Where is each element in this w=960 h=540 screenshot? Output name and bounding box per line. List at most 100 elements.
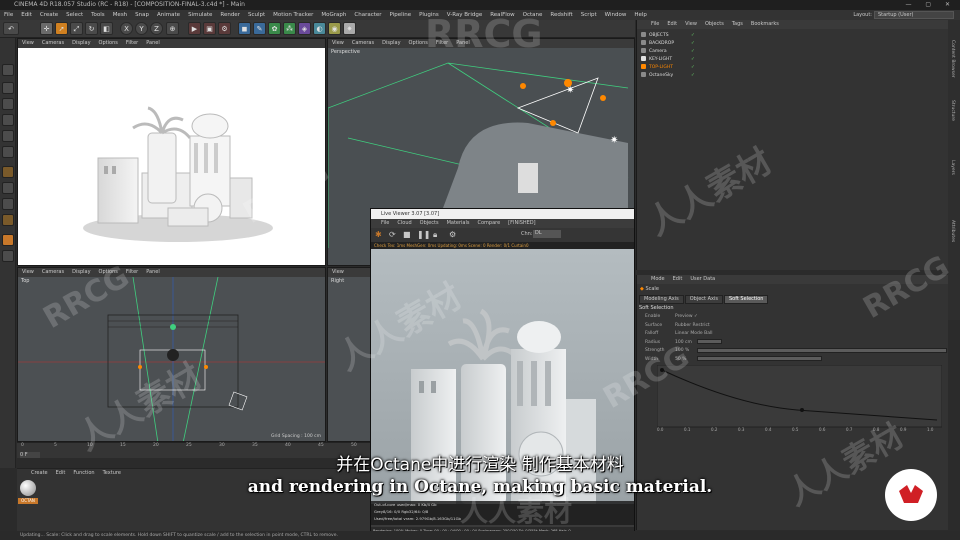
scale-tool-icon[interactable]: ⤢ [70,22,83,35]
attribute-menu-item[interactable]: User Data [686,276,719,282]
visibility-check-icon[interactable]: ✓ [691,72,695,79]
side-tab[interactable]: Content Browser [950,40,955,78]
pause-icon[interactable]: ❚❚ [417,230,430,239]
y-axis-button[interactable]: Y [135,22,148,35]
lock-icon[interactable]: 🔒︎ [433,230,437,240]
menu-item[interactable]: Motion Tracker [269,10,317,20]
viewport-menu-item[interactable]: View [328,39,348,48]
visibility-check-icon[interactable]: ✓ [691,64,695,71]
visibility-check-icon[interactable]: ✓ [691,56,695,63]
viewport-menu-item[interactable]: Options [405,39,432,48]
attribute-menu-item[interactable]: Mode [647,276,669,282]
menu-item[interactable]: Script [577,10,601,20]
object-menu-item[interactable]: Edit [663,21,681,27]
render-menu-item[interactable]: File [377,220,393,226]
array-icon[interactable]: ⁂ [283,22,296,35]
menu-item[interactable]: File [0,10,17,20]
attribute-value[interactable]: 100 cm [675,340,692,345]
camera-icon[interactable]: ◉ [328,22,341,35]
pen-icon[interactable]: ✎ [253,22,266,35]
object-tool-icon[interactable]: ◧ [100,22,113,35]
menu-item[interactable]: Help [630,10,651,20]
viewport-menu-item[interactable]: Options [95,39,122,48]
menu-item[interactable]: Character [350,10,385,20]
render-start-icon[interactable]: ✱ [375,230,382,239]
solo-icon[interactable] [2,250,14,262]
layout-select[interactable]: Startup (User) [874,11,954,19]
viewport-menu-item[interactable]: Display [378,39,404,48]
object-menu-item[interactable]: View [681,21,701,27]
attribute-value[interactable]: 100 % [675,348,689,353]
render-menu-item[interactable]: Materials [443,220,474,226]
visibility-check-icon[interactable]: ✓ [691,48,695,55]
light-icon[interactable]: ✷ [343,22,356,35]
menu-item[interactable]: Snap [131,10,153,20]
object-row[interactable]: BACKDROP ✓ [641,40,771,47]
object-row[interactable]: OctaneSky ✓ [641,72,771,79]
menu-item[interactable]: Simulate [184,10,216,20]
cube-icon[interactable]: ◼ [238,22,251,35]
render-view-icon[interactable]: ▶ [188,22,201,35]
menu-item[interactable]: Select [62,10,87,20]
menu-item[interactable]: RealFlow [486,10,518,20]
viewport-menu-item[interactable]: Cameras [38,39,68,48]
rotate-tool-icon[interactable]: ↻ [85,22,98,35]
subdivision-icon[interactable]: ✿ [268,22,281,35]
object-menu-item[interactable]: File [647,21,663,27]
x-axis-button[interactable]: X [120,22,133,35]
object-row[interactable]: TOP-LIGHT ✓ [641,64,771,71]
material-name[interactable]: OCTAN [18,498,38,504]
undo-button[interactable]: ↶ [3,22,19,35]
viewport-menu-item[interactable]: Display [68,39,94,48]
render-menu-item[interactable]: [FINISHED] [504,220,539,226]
deformer-icon[interactable]: ◈ [298,22,311,35]
attribute-value[interactable]: Rubber Restrict [675,323,710,328]
menu-item[interactable]: Sculpt [244,10,269,20]
viewport-menu-item[interactable]: Filter [122,39,142,48]
menu-item[interactable]: Render [216,10,244,20]
attribute-tab[interactable]: Modeling Axis [639,295,684,304]
viewport-menu-item[interactable]: Panel [142,39,164,48]
view-menu-item[interactable]: View [328,268,348,277]
attribute-value[interactable]: Linear Mode Ball [675,331,712,336]
attribute-tab[interactable]: Object Axis [684,295,723,304]
z-axis-button[interactable]: Z [150,22,163,35]
menu-item[interactable]: Redshift [546,10,576,20]
menu-item[interactable]: Animate [153,10,184,20]
side-tab[interactable]: Structure [950,100,955,121]
strength-slider[interactable] [697,348,947,353]
lock-workplane-icon[interactable] [2,214,14,226]
object-menu-item[interactable]: Tags [728,21,747,27]
side-tab[interactable]: Attributes [950,220,955,242]
render-menu-item[interactable]: Compare [473,220,504,226]
attribute-value[interactable]: 50 % [675,357,686,362]
polygons-mode-icon[interactable] [2,146,14,158]
viewport-menu-item[interactable]: Filter [432,39,452,48]
viewport-right[interactable]: View Right [327,267,372,442]
viewport-menu-item[interactable]: Cameras [348,39,378,48]
viewport-menu-item[interactable]: Panel [452,39,474,48]
channel-select[interactable]: DL [533,230,561,238]
menu-item[interactable]: Mesh [109,10,131,20]
width-slider[interactable] [697,356,822,361]
render-picture-viewer-icon[interactable]: ▣ [203,22,216,35]
render-settings-icon[interactable]: ⚙ [218,22,231,35]
object-menu-item[interactable]: Objects [701,21,728,27]
viewport-menu-item[interactable]: Options [95,268,122,277]
viewport-top[interactable]: View Cameras Display Options Filter Panel Top… [17,267,326,442]
move-tool-icon[interactable]: ✛ [40,22,53,35]
coordinate-system-icon[interactable]: ⊕ [166,22,179,35]
snap-icon[interactable] [2,182,14,194]
menu-item[interactable]: Octane [519,10,547,20]
attribute-value[interactable]: Preview ✓ [675,314,698,319]
side-tab[interactable]: Layers [950,160,955,175]
visibility-check-icon[interactable]: ✓ [691,32,695,39]
menu-item[interactable]: Edit [17,10,36,20]
viewport-menu-item[interactable]: Filter [122,268,142,277]
scene-icon[interactable]: ◐ [313,22,326,35]
object-menu-item[interactable]: Bookmarks [747,21,783,27]
settings-icon[interactable]: ⚙ [449,230,456,239]
object-row[interactable]: OBJECTS ✓ [641,32,771,39]
window-controls[interactable]: — ▢ ✕ [905,0,956,10]
radius-slider[interactable] [697,339,722,344]
